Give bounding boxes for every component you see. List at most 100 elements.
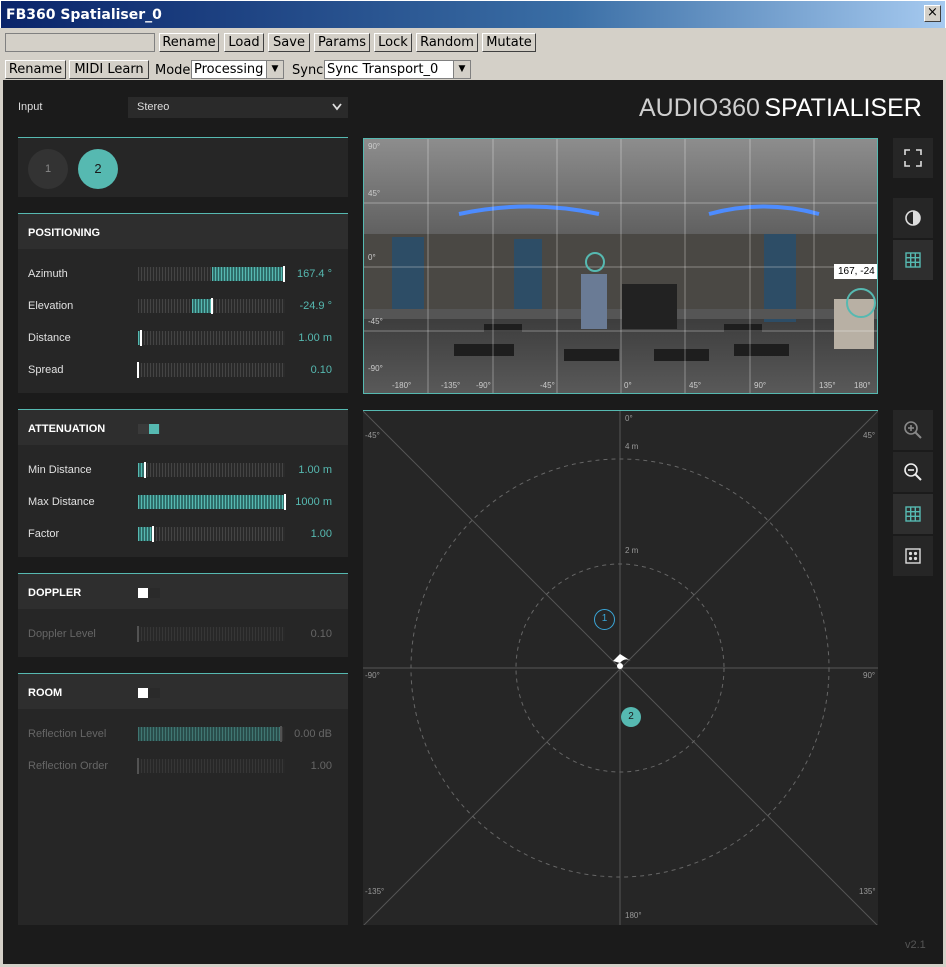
rename-button[interactable]: Rename [5,60,66,79]
dots-button[interactable] [893,536,933,576]
azimuth-label: 90° [754,381,767,390]
room-title: ROOM [28,687,63,699]
grid-icon [905,252,921,268]
reflection-order-slider[interactable] [137,758,285,774]
min-distance-slider[interactable] [138,462,285,478]
rename-preset-button[interactable]: Rename [159,33,219,52]
elev-label-45: 45° [368,189,381,198]
lock-button[interactable]: Lock [374,33,412,52]
preset-field[interactable] [5,33,155,52]
random-button[interactable]: Random [416,33,478,52]
azimuth-label: -45° [540,381,555,390]
contrast-button[interactable] [893,198,933,238]
doppler-title: DOPPLER [28,587,82,599]
reflection-order-label: Reflection Order [28,760,109,772]
room-toggle[interactable] [138,688,160,698]
version-label: v2.1 [905,939,926,951]
video-grid-button[interactable] [893,240,933,280]
source-marker-2[interactable] [846,288,876,318]
load-button[interactable]: Load [224,33,264,52]
distance-value: 1.00 m [298,332,332,344]
reflection-level-slider-fill [138,727,281,741]
spread-slider[interactable] [137,362,285,378]
close-button[interactable]: × [924,5,941,22]
spread-slider-knob[interactable] [137,362,139,378]
source-button-1[interactable]: 1 [28,149,68,189]
angle-label-back: 180° [625,911,642,920]
topview-source-1[interactable]: 1 [594,609,615,630]
azimuth-value: 167.4 ° [297,268,332,280]
save-button[interactable]: Save [268,33,310,52]
doppler-toggle[interactable] [138,588,160,598]
sync-select[interactable]: Sync Transport_0 ▼ [324,60,471,79]
fullscreen-button[interactable] [893,138,933,178]
factor-value: 1.00 [310,528,332,540]
min-distance-slider-knob[interactable] [144,462,147,478]
angle-label-front-left: -45° [365,431,380,440]
mutate-button[interactable]: Mutate [482,33,536,52]
max-distance-slider[interactable] [138,494,286,510]
doppler-header: DOPPLER [18,573,348,609]
attenuation-section: ATTENUATION Min Distance 1.00 m Max Distan… [18,409,348,557]
distance-slider[interactable] [138,330,285,346]
azimuth-label: -135° [441,381,461,390]
room-header: ROOM [18,673,348,709]
reflection-level-slider-knob[interactable] [279,726,282,742]
zoom-out-button[interactable] [893,452,933,492]
topdown-view[interactable]: 0° 180° -90° 90° -45° 45° -135° 135° 4 m… [363,410,878,925]
angle-label-back-right: 135° [859,887,876,896]
attenuation-toggle[interactable] [138,424,160,434]
params-button[interactable]: Params [314,33,370,52]
azimuth-label: -90° [476,381,491,390]
elev-label-0: 0° [368,253,376,262]
factor-label: Factor [28,528,60,540]
doppler-level-slider-knob[interactable] [137,626,139,642]
zoom-out-icon [904,463,922,481]
azimuth-slider-fill [211,267,284,281]
distance-label: Distance [28,332,71,344]
min-distance-label: Min Distance [28,464,92,476]
azimuth-slider[interactable] [138,266,285,282]
factor-slider-knob[interactable] [151,526,154,542]
azimuth-slider-knob[interactable] [282,266,285,282]
elevation-slider[interactable] [138,298,285,314]
source-button-2[interactable]: 2 [78,149,118,189]
factor-slider[interactable] [138,526,285,542]
azimuth-label: -180° [392,381,412,390]
spread-value: 0.10 [310,364,332,376]
positioning-section: POSITIONING Azimuth 167.4 ° Elevation -24.9… [18,213,348,393]
azimuth-label: 180° [854,381,871,390]
video-panorama[interactable]: 90° 45° 0° -45° -90° -180° -135° -90° -45° 0… [363,138,878,394]
topview-source-2[interactable]: 2 [621,707,641,727]
midi-learn-button[interactable]: MIDI Learn [69,60,149,79]
sync-value: Sync Transport_0 [327,62,439,77]
elevation-label: Elevation [28,300,74,312]
positioning-title: POSITIONING [28,227,101,239]
doppler-level-slider[interactable] [137,626,285,642]
doppler-level-value: 0.10 [310,628,332,640]
source-marker-1[interactable] [585,252,605,272]
distance-slider-knob[interactable] [139,330,142,346]
reflection-order-slider-knob[interactable] [137,758,139,774]
azimuth-label: Azimuth [28,268,68,280]
toolbar-midi: Rename MIDI Learn Mode Processing ▼ Sync… [0,54,946,80]
dots-icon [905,548,921,564]
input-value: Stereo [137,101,170,113]
ring-label-4m: 4 m [625,442,639,451]
elevation-slider-knob[interactable] [210,298,213,314]
elevation-value: -24.9 ° [299,300,332,312]
brand-360: 360 [718,94,760,122]
mode-select[interactable]: Processing ▼ [191,60,284,79]
reflection-level-slider[interactable] [138,726,285,742]
fullscreen-icon [904,149,922,167]
doppler-section: DOPPLER Doppler Level 0.10 [18,573,348,657]
max-distance-slider-knob[interactable] [284,494,286,510]
zoom-in-icon [904,421,922,439]
reflection-level-value: 0.00 dB [294,728,332,740]
input-select[interactable]: Stereo [128,97,348,118]
max-distance-value: 1000 m [295,496,332,508]
zoom-in-button[interactable] [893,410,933,450]
topview-grid-button[interactable] [893,494,933,534]
chevron-down-icon: ▼ [453,61,470,78]
chevron-down-icon: ▼ [266,61,283,78]
